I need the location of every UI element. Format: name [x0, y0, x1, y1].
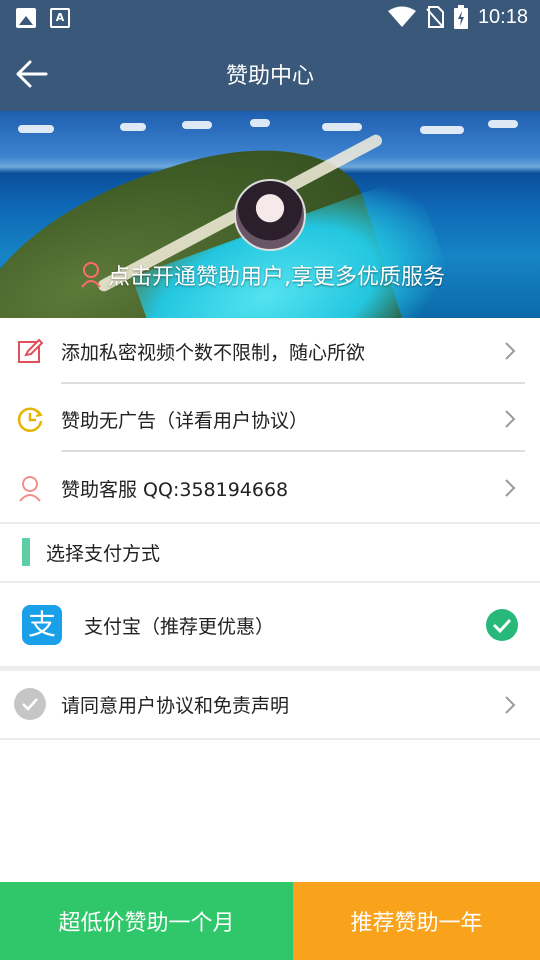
benefit-label: 赞助客服 QQ:358194668: [61, 478, 289, 501]
image-icon: [16, 8, 36, 28]
section-divider: [0, 738, 540, 740]
payment-method-alipay[interactable]: 支 支付宝（推荐更优惠）: [0, 583, 540, 667]
edit-icon: [18, 338, 44, 363]
page-title: 赞助中心: [225, 64, 314, 89]
no-sim-icon: [426, 6, 444, 28]
user-service-icon: [19, 476, 41, 502]
section-title: 选择支付方式: [46, 543, 161, 565]
promo-text: 点击开通赞助用户,享更多优质服务: [108, 265, 445, 290]
promo-banner[interactable]: 点击开通赞助用户,享更多优质服务: [0, 111, 540, 318]
benefit-row-qq-service[interactable]: 赞助客服 QQ:358194668: [0, 454, 540, 522]
cloud-decoration: [182, 121, 212, 129]
status-bar: A 10:18: [0, 0, 540, 36]
app-header: 赞助中心: [0, 36, 540, 111]
section-accent-bar: [22, 538, 30, 566]
benefit-row-unlimited[interactable]: 添加私密视频个数不限制，随心所欲: [0, 318, 540, 384]
sponsor-year-button[interactable]: 推荐赞助一年: [293, 882, 540, 960]
check-selected-icon[interactable]: [486, 609, 518, 641]
wifi-icon: [387, 6, 416, 27]
user-outline-icon: [81, 262, 101, 288]
cloud-decoration: [322, 123, 362, 131]
chevron-right-icon: [505, 479, 516, 497]
payment-section-header: 选择支付方式: [0, 524, 540, 581]
battery-charging-icon: [453, 5, 468, 29]
user-avatar[interactable]: [234, 179, 306, 251]
divider: [61, 450, 525, 452]
payment-method-label: 支付宝（推荐更优惠）: [84, 615, 275, 638]
text-a-icon: A: [50, 8, 70, 28]
clock-time: 10:18: [477, 5, 528, 28]
cloud-decoration: [250, 119, 270, 127]
divider: [61, 382, 525, 384]
sponsor-month-button[interactable]: 超低价赞助一个月: [0, 882, 293, 960]
clock-icon: [17, 407, 43, 432]
cloud-decoration: [120, 123, 146, 131]
cloud-decoration: [488, 120, 518, 128]
agreement-label: 请同意用户协议和免责声明: [61, 695, 290, 717]
alipay-icon: 支: [22, 605, 62, 645]
benefit-label: 添加私密视频个数不限制，随心所欲: [61, 341, 366, 364]
chevron-right-icon: [505, 410, 516, 428]
chevron-right-icon: [505, 342, 516, 360]
benefit-label: 赞助无广告（详看用户协议）: [61, 409, 309, 432]
benefit-row-no-ads[interactable]: 赞助无广告（详看用户协议）: [0, 386, 540, 452]
check-unselected-icon[interactable]: [14, 688, 46, 720]
cloud-decoration: [18, 125, 54, 133]
promo-text-row[interactable]: 点击开通赞助用户,享更多优质服务: [80, 259, 445, 291]
cloud-decoration: [420, 126, 464, 134]
agreement-row[interactable]: 请同意用户协议和免责声明: [0, 671, 540, 738]
chevron-right-icon: [505, 695, 516, 714]
